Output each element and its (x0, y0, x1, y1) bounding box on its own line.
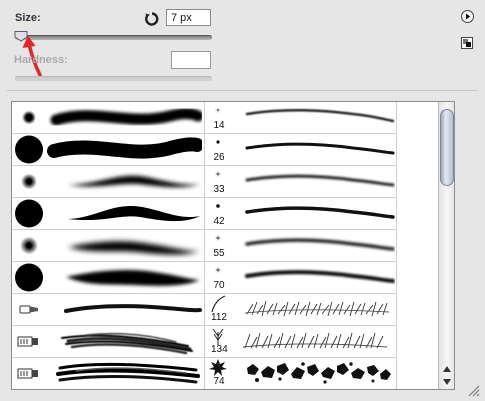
resize-grip-icon[interactable] (466, 385, 480, 397)
brush-preset-item[interactable]: 74 (205, 358, 397, 389)
preset-column: 14 26 33 42 55 70 112 134 74 (204, 102, 397, 389)
brush-preset-item[interactable] (12, 230, 204, 262)
scroll-down-arrow-icon[interactable] (442, 378, 452, 386)
brush-size-label: 26 (213, 152, 225, 163)
brush-size-label: 74 (213, 376, 225, 387)
brush-preset-item[interactable]: 26 (205, 134, 397, 166)
new-preset-icon[interactable] (461, 37, 473, 49)
brush-size-label: 33 (213, 184, 225, 195)
brush-size-label: 42 (213, 216, 225, 227)
brush-size-label: 112 (211, 312, 227, 323)
hardness-slider-track[interactable] (15, 76, 212, 81)
brush-preset-item[interactable] (12, 102, 204, 134)
brush-size-label: 14 (213, 120, 225, 131)
hardness-label: Hardness: (14, 54, 68, 66)
brush-preset-item[interactable]: 33 (205, 166, 397, 198)
brush-preset-item[interactable] (12, 358, 204, 389)
size-input[interactable]: 7 px (166, 9, 211, 26)
brush-preset-item[interactable]: 70 (205, 262, 397, 294)
brush-preset-item[interactable]: 55 (205, 230, 397, 262)
brush-preset-item[interactable]: 134 (205, 326, 397, 358)
size-label: Size: (15, 12, 41, 24)
brush-size-label: 134 (211, 344, 228, 355)
brush-preset-item[interactable]: 42 (205, 198, 397, 230)
scrollbar-thumb[interactable] (440, 109, 454, 186)
hardness-input[interactable] (171, 51, 211, 69)
flyout-menu-icon[interactable] (461, 10, 474, 23)
brush-preset-item[interactable] (12, 326, 204, 358)
reset-rotate-icon[interactable] (144, 11, 160, 27)
brush-preset-panel: Size: 7 px Hardness: 14 26 33 42 55 70 1… (0, 0, 485, 401)
brush-size-label: 70 (213, 280, 225, 291)
preset-column (12, 102, 204, 389)
preset-column (396, 102, 439, 389)
brush-preset-list[interactable]: 14 26 33 42 55 70 112 134 74 (11, 101, 455, 390)
brush-preset-item[interactable] (12, 262, 204, 294)
brush-preset-item[interactable]: 112 (205, 294, 397, 326)
scroll-up-arrow-icon[interactable] (442, 365, 452, 373)
brush-preset-item[interactable] (12, 166, 204, 198)
panel-divider (7, 90, 477, 91)
brush-preset-item[interactable] (12, 294, 204, 326)
brush-preset-item[interactable] (12, 134, 204, 166)
brush-preset-item[interactable]: 14 (205, 102, 397, 134)
brush-size-label: 55 (213, 248, 225, 259)
brush-preset-item[interactable] (12, 198, 204, 230)
list-scrollbar[interactable] (438, 102, 454, 389)
